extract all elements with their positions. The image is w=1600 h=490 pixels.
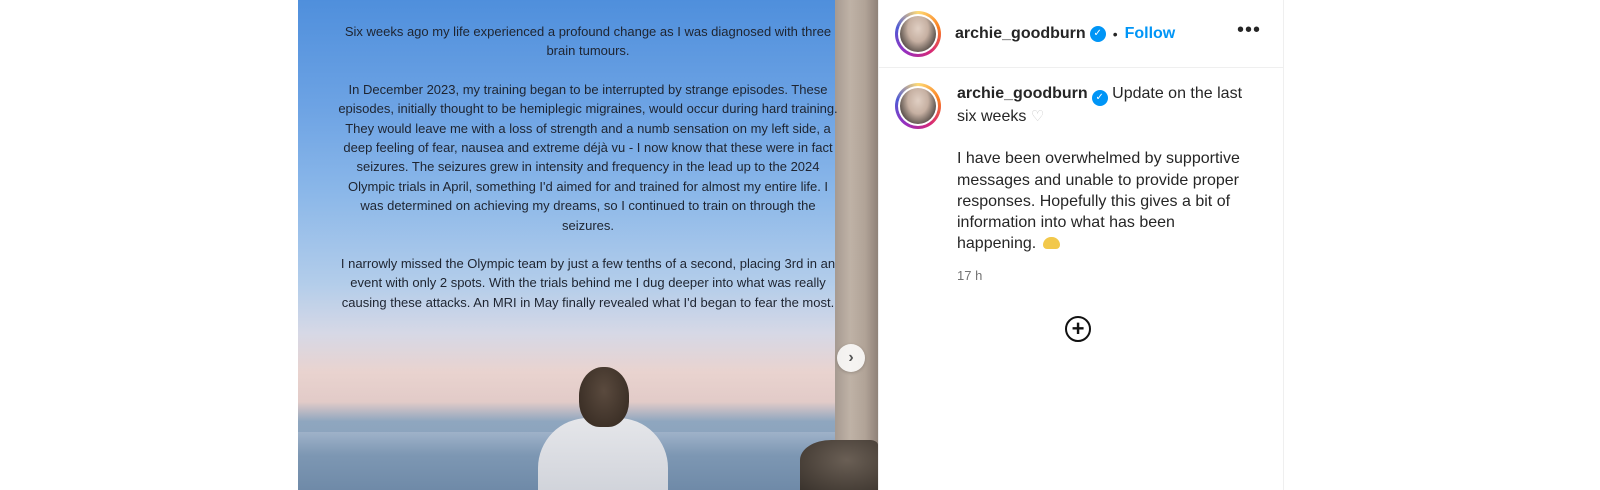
follow-button[interactable]: Follow [1125,25,1176,43]
story-paragraph-2: In December 2023, my training began to b… [338,81,838,233]
verified-badge-icon: ✓ [1089,25,1106,42]
person-head [579,367,629,427]
post-side-panel: archie_goodburn ✓ • Follow ••• archie_go… [878,0,1284,490]
verified-badge-icon: ✓ [1091,90,1108,106]
caption-block: archie_goodburn ✓ Update on the last six … [879,68,1283,286]
person-shirt [538,418,668,490]
caption-username[interactable]: archie_goodburn [957,85,1088,102]
caption-avatar[interactable] [895,83,941,129]
story-text: Six weeks ago my life experienced a prof… [338,22,838,331]
caption-body: I have been overwhelmed by supportive me… [957,150,1240,253]
more-options-icon[interactable]: ••• [1237,20,1261,40]
next-image-button[interactable]: › [837,344,865,372]
rocks [800,440,878,490]
author-username[interactable]: archie_goodburn [955,25,1086,43]
post-timestamp[interactable]: 17 h [957,265,1247,286]
separator-dot: • [1112,25,1118,42]
add-circle-icon[interactable]: + [1065,316,1091,342]
stone-pillar [835,0,878,490]
post-image: Six weeks ago my life experienced a prof… [298,0,878,490]
avatar-photo [900,88,936,124]
author-avatar[interactable] [895,10,941,57]
heart-hands-icon [1042,237,1060,250]
white-heart-icon: ♡ [1030,108,1045,125]
chevron-right-icon: › [848,349,854,366]
caption-text: archie_goodburn ✓ Update on the last six … [957,83,1247,286]
instagram-post: Six weeks ago my life experienced a prof… [298,0,1284,490]
avatar-photo [900,15,936,52]
post-header: archie_goodburn ✓ • Follow ••• [879,0,1283,68]
story-paragraph-3: I narrowly missed the Olympic team by ju… [340,256,836,310]
story-paragraph-1: Six weeks ago my life experienced a prof… [344,24,832,59]
